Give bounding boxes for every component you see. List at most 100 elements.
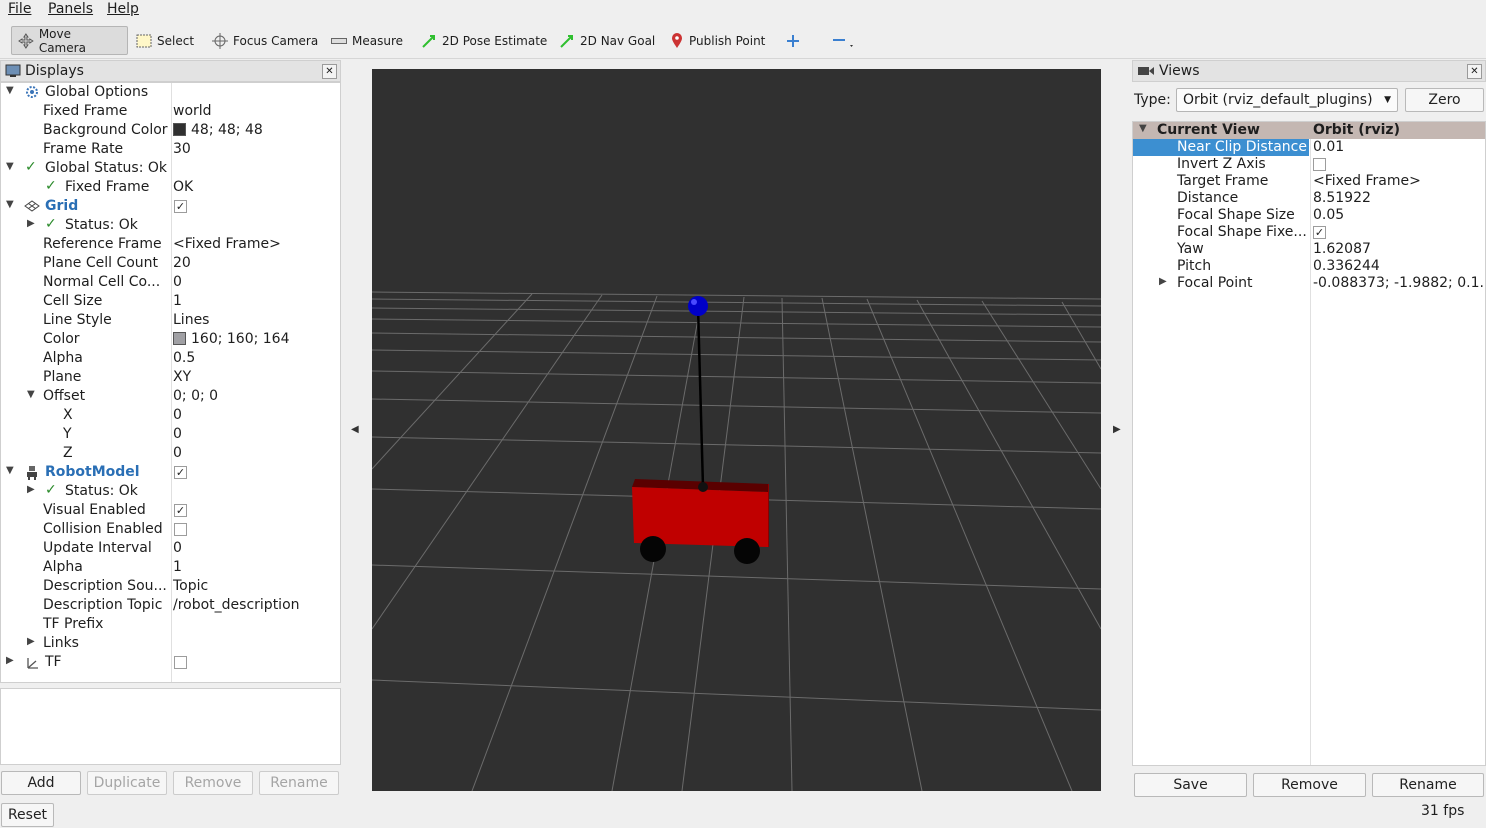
tree-row-offset-y[interactable]: Y 0 [1, 425, 340, 444]
remove-tool-button[interactable] [826, 26, 865, 55]
move-camera-button[interactable]: Move Camera [11, 26, 128, 55]
tree-row-grid[interactable]: ▼ Grid ✓ [1, 197, 340, 216]
minus-icon [833, 38, 853, 47]
tree-row-normal-cell-count[interactable]: Normal Cell Co... 0 [1, 273, 340, 292]
tree-row-robot-status[interactable]: ▶ ✓ Status: Ok [1, 482, 340, 501]
add-tool-button[interactable] [780, 26, 811, 55]
collapse-right-icon[interactable]: ▶ [1113, 424, 1121, 435]
tree-row-focal-shape-fixed[interactable]: Focal Shape Fixe... ✓ [1133, 224, 1485, 241]
monitor-icon [5, 64, 21, 77]
3d-viewport[interactable] [371, 69, 1102, 792]
camera-icon [1138, 67, 1154, 75]
tree-row-invert-z[interactable]: Invert Z Axis [1133, 156, 1485, 173]
tf-enabled-checkbox[interactable] [174, 656, 187, 669]
tree-row-background-color[interactable]: Background Color 48; 48; 48 [1, 121, 340, 140]
tree-row-alpha[interactable]: Alpha 0.5 [1, 349, 340, 368]
tree-row-description-topic[interactable]: Description Topic /robot_description [1, 596, 340, 615]
view-properties-tree: ▼ Current View Orbit (rviz) Near Clip Di… [1132, 121, 1486, 766]
tree-row-near-clip[interactable]: Near Clip Distance 0.01 [1133, 139, 1485, 156]
select-icon [136, 34, 152, 47]
tree-row-fixed-frame[interactable]: Fixed Frame world [1, 102, 340, 121]
tree-row-focal-point[interactable]: ▶ Focal Point -0.088373; -1.9882; 0.1... [1133, 275, 1485, 292]
ruler-icon [331, 37, 347, 44]
chevron-right-icon[interactable]: ▶ [1159, 276, 1167, 287]
select-button[interactable]: Select [130, 26, 200, 55]
chevron-right-icon[interactable]: ▶ [27, 636, 35, 647]
rename-view-button[interactable]: Rename [1372, 773, 1484, 797]
focal-shape-fixed-checkbox[interactable]: ✓ [1313, 226, 1326, 239]
fps-counter: 31 fps [1421, 803, 1465, 819]
chevron-right-icon[interactable]: ▶ [27, 484, 35, 495]
tree-row-pitch[interactable]: Pitch 0.336244 [1133, 258, 1485, 275]
tree-row-yaw[interactable]: Yaw 1.62087 [1133, 241, 1485, 258]
robot-icon [27, 466, 37, 480]
chevron-down-icon[interactable]: ▼ [6, 465, 14, 476]
menu-panels[interactable]: Panels [48, 1, 93, 17]
tree-row-robot-alpha[interactable]: Alpha 1 [1, 558, 340, 577]
chevron-right-icon[interactable]: ▶ [27, 218, 35, 229]
tree-row-distance[interactable]: Distance 8.51922 [1133, 190, 1485, 207]
displays-panel-title: Displays ✕ [0, 60, 341, 82]
tree-row-frame-rate[interactable]: Frame Rate 30 [1, 140, 340, 159]
tree-row-color[interactable]: Color 160; 160; 164 [1, 330, 340, 349]
grid-enabled-checkbox[interactable]: ✓ [174, 200, 187, 213]
visual-enabled-checkbox[interactable]: ✓ [174, 504, 187, 517]
tree-row-offset-z[interactable]: Z 0 [1, 444, 340, 463]
close-icon[interactable]: ✕ [322, 64, 337, 79]
collapse-left-icon[interactable]: ◀ [351, 424, 359, 435]
duplicate-button[interactable]: Duplicate [87, 771, 167, 795]
reset-button[interactable]: Reset [1, 803, 54, 827]
tree-row-plane-cell-count[interactable]: Plane Cell Count 20 [1, 254, 340, 273]
chevron-right-icon[interactable]: ▶ [6, 655, 14, 666]
tree-row-tf[interactable]: ▶ TF [1, 653, 340, 672]
focus-camera-button[interactable]: Focus Camera [206, 26, 324, 55]
tree-row-status-fixed-frame[interactable]: ✓ Fixed Frame OK [1, 178, 340, 197]
3d-scene[interactable] [371, 69, 1102, 792]
tree-row-description-source[interactable]: Description Sou... Topic [1, 577, 340, 596]
tree-row-focal-shape-size[interactable]: Focal Shape Size 0.05 [1133, 207, 1485, 224]
tree-row-cell-size[interactable]: Cell Size 1 [1, 292, 340, 311]
color-swatch [173, 123, 186, 136]
tree-row-global-status[interactable]: ▼ ✓ Global Status: Ok [1, 159, 340, 178]
tree-row-collision-enabled[interactable]: Collision Enabled [1, 520, 340, 539]
chevron-down-icon[interactable]: ▼ [6, 199, 14, 210]
close-icon[interactable]: ✕ [1467, 64, 1482, 79]
check-icon: ✓ [45, 482, 57, 498]
tree-row-robot-model[interactable]: ▼ RobotModel ✓ [1, 463, 340, 482]
tree-row-tf-prefix[interactable]: TF Prefix [1, 615, 340, 634]
tree-row-links[interactable]: ▶ Links [1, 634, 340, 653]
zero-button[interactable]: Zero [1405, 88, 1484, 112]
add-button[interactable]: Add [1, 771, 81, 795]
remove-view-button[interactable]: Remove [1253, 773, 1366, 797]
tree-row-plane[interactable]: Plane XY [1, 368, 340, 387]
view-type-select[interactable]: Orbit (rviz_default_plugins) ▼ [1176, 88, 1398, 112]
2d-pose-estimate-button[interactable]: 2D Pose Estimate [415, 26, 553, 55]
robot-model-enabled-checkbox[interactable]: ✓ [174, 466, 187, 479]
chevron-down-icon[interactable]: ▼ [6, 161, 14, 172]
save-view-button[interactable]: Save [1134, 773, 1247, 797]
remove-button[interactable]: Remove [173, 771, 253, 795]
tree-row-offset-x[interactable]: X 0 [1, 406, 340, 425]
check-icon: ✓ [45, 178, 57, 194]
publish-point-button[interactable]: Publish Point [664, 26, 771, 55]
tree-row-global-options[interactable]: ▼ Global Options [1, 83, 340, 102]
tree-row-update-interval[interactable]: Update Interval 0 [1, 539, 340, 558]
tree-row-visual-enabled[interactable]: Visual Enabled ✓ [1, 501, 340, 520]
rename-button[interactable]: Rename [259, 771, 339, 795]
menu-help[interactable]: Help [107, 1, 139, 17]
menu-file[interactable]: File [8, 1, 31, 17]
tree-row-current-view[interactable]: ▼ Current View Orbit (rviz) [1133, 122, 1485, 139]
tree-row-reference-frame[interactable]: Reference Frame <Fixed Frame> [1, 235, 340, 254]
chevron-down-icon[interactable]: ▼ [27, 389, 35, 400]
tree-row-offset[interactable]: ▼ Offset 0; 0; 0 [1, 387, 340, 406]
tree-row-target-frame[interactable]: Target Frame <Fixed Frame> [1133, 173, 1485, 190]
tree-row-line-style[interactable]: Line Style Lines [1, 311, 340, 330]
tree-row-grid-status[interactable]: ▶ ✓ Status: Ok [1, 216, 340, 235]
collision-enabled-checkbox[interactable] [174, 523, 187, 536]
invert-z-checkbox[interactable] [1313, 158, 1326, 171]
2d-nav-goal-button[interactable]: 2D Nav Goal [553, 26, 661, 55]
measure-button[interactable]: Measure [325, 26, 409, 55]
chevron-down-icon[interactable]: ▼ [1139, 123, 1147, 134]
chevron-down-icon[interactable]: ▼ [6, 85, 14, 96]
move-camera-icon [18, 32, 34, 49]
